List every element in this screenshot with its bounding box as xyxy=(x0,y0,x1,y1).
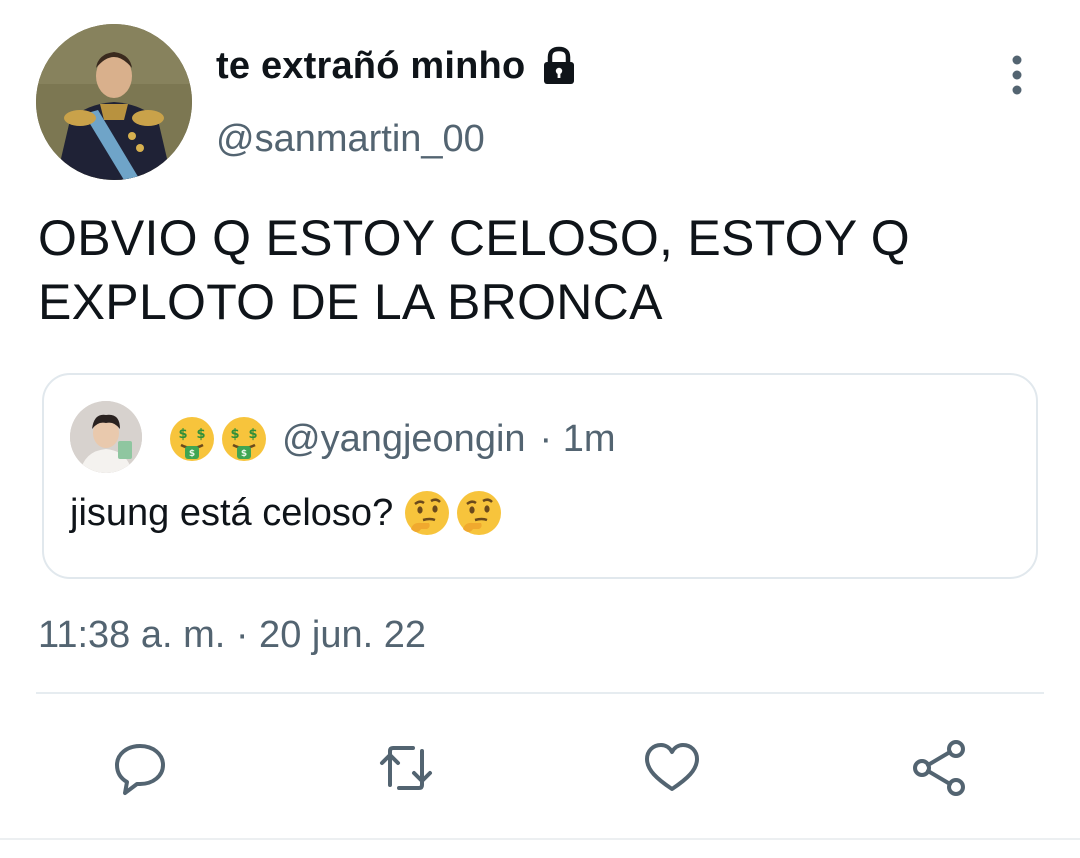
tweet-timestamp[interactable]: 11:38 a. m. · 20 jun. 22 xyxy=(38,614,426,657)
more-vertical-icon xyxy=(1012,55,1022,95)
more-options-button[interactable] xyxy=(996,52,1038,98)
author-name-row: te extrañó minho xyxy=(216,44,581,88)
money-mouth-face-icon: $ $ $ xyxy=(170,417,214,461)
quoted-author-handle[interactable]: @yangjeongin xyxy=(282,418,526,461)
tweet-detail: te extrañó minho @sanmartin_00 OBVIO Q E… xyxy=(0,0,1080,858)
tweet-text: OBVIO Q ESTOY CELOSO, ESTOY Q EXPLOTO DE… xyxy=(38,210,910,330)
avatar-portrait-image xyxy=(36,24,192,180)
svg-text:$: $ xyxy=(196,427,205,442)
quoted-tweet-text-row: jisung está celoso? xyxy=(70,489,503,537)
divider xyxy=(36,692,1044,694)
like-button[interactable] xyxy=(634,730,710,806)
thinking-face-icon xyxy=(405,491,450,535)
retweet-icon xyxy=(380,746,432,790)
bottom-divider xyxy=(0,838,1080,840)
money-mouth-face-icon: $ $ $ xyxy=(222,417,266,461)
tweet-action-bar xyxy=(0,730,1080,810)
reply-button[interactable] xyxy=(102,730,178,806)
quoted-tweet-time: · 1m xyxy=(539,417,616,460)
quoted-author-avatar[interactable] xyxy=(70,401,142,473)
author-display-name[interactable]: te extrañó minho xyxy=(216,45,525,88)
quoted-tweet-header: $ $ $ $ $ $ @yangjeongin · 1m xyxy=(168,415,616,463)
quoted-tweet-text: jisung está celoso? xyxy=(70,491,394,534)
quoted-text-emojis xyxy=(403,489,503,537)
share-icon xyxy=(913,740,965,796)
author-handle[interactable]: @sanmartin_00 xyxy=(216,118,485,161)
thinking-face-icon xyxy=(457,491,502,535)
share-button[interactable] xyxy=(902,730,978,806)
lock-icon xyxy=(544,46,575,84)
quoted-tweet-card[interactable]: $ $ $ $ $ $ @yangjeongin · 1m jisung est… xyxy=(42,373,1038,579)
svg-text:$: $ xyxy=(189,449,195,459)
author-avatar[interactable] xyxy=(36,24,192,180)
svg-text:$: $ xyxy=(178,427,187,442)
like-icon xyxy=(645,743,699,791)
svg-text:$: $ xyxy=(241,449,247,459)
retweet-button[interactable] xyxy=(368,730,444,806)
quoted-name-emojis: $ $ $ $ $ $ xyxy=(168,415,268,463)
quoted-avatar-image xyxy=(70,401,142,473)
svg-text:$: $ xyxy=(248,427,257,442)
svg-text:$: $ xyxy=(230,427,239,442)
reply-icon xyxy=(115,744,165,795)
